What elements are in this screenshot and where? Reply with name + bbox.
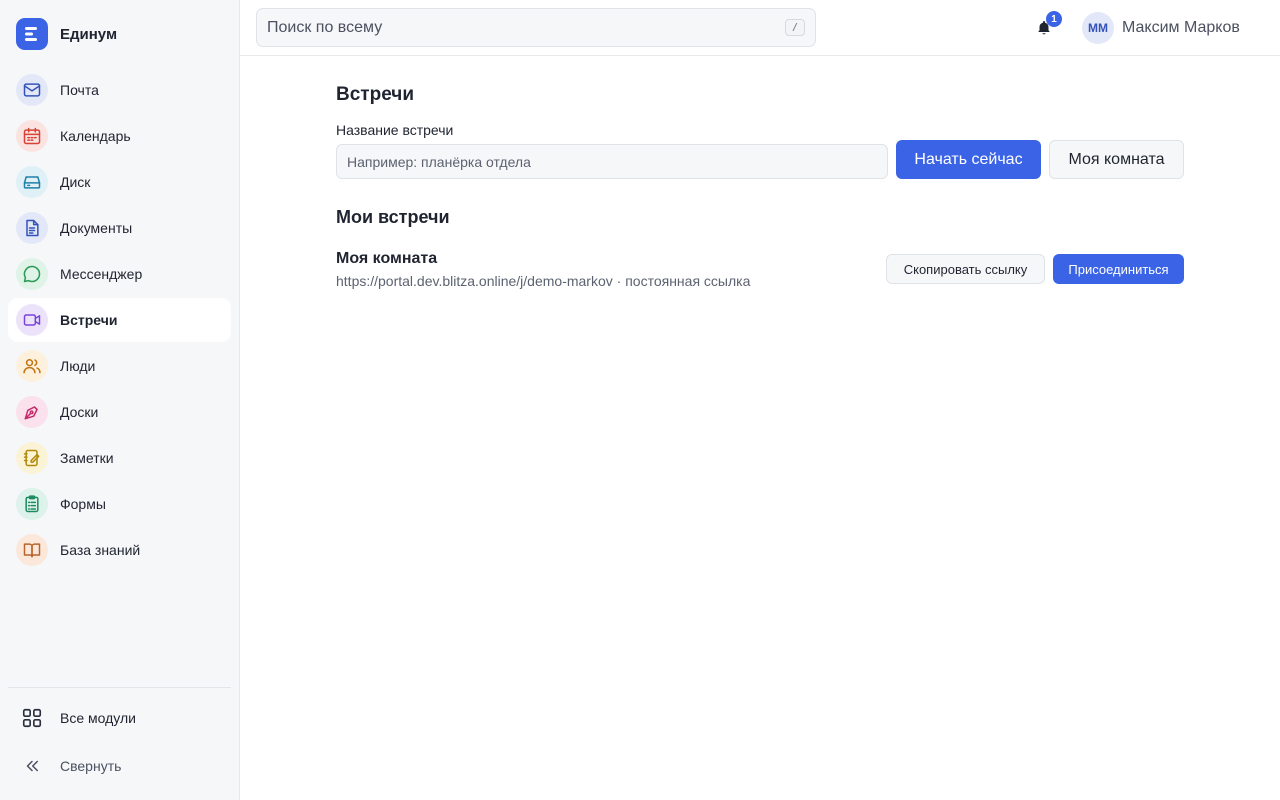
sidebar-item-label: База знаний: [60, 542, 141, 558]
my-meetings-title: Мои встречи: [336, 207, 450, 227]
join-button[interactable]: Присоединиться: [1053, 254, 1184, 284]
sidebar-item-notes[interactable]: Заметки: [8, 436, 231, 480]
sidebar-item-label: Доски: [60, 404, 99, 420]
page-title: Встречи: [336, 84, 415, 105]
double-chevron-left-icon: [16, 750, 48, 782]
brand[interactable]: Единум: [16, 18, 117, 50]
sidebar-item-label: Мессенджер: [60, 266, 143, 282]
sidebar-item-calendar[interactable]: Календарь: [8, 114, 231, 158]
sidebar-item-people[interactable]: Люди: [8, 344, 231, 388]
sidebar-item-label: Люди: [60, 358, 96, 374]
sidebar-item-knowledge-base[interactable]: База знаний: [8, 528, 231, 572]
clipboard-icon: [16, 488, 48, 520]
notification-badge: 1: [1046, 11, 1062, 27]
sidebar-item-meetings[interactable]: Встречи: [8, 298, 231, 342]
document-icon: [16, 212, 48, 244]
top-header: Поиск по всему / 1 ММ Максим Марков: [240, 0, 1280, 56]
brand-logo-icon: [16, 18, 48, 50]
collapse-label: Свернуть: [60, 758, 122, 774]
sidebar-item-forms[interactable]: Формы: [8, 482, 231, 526]
sidebar-item-drive[interactable]: Диск: [8, 160, 231, 204]
mail-icon: [16, 74, 48, 106]
avatar: ММ: [1082, 12, 1114, 44]
sidebar-item-documents[interactable]: Документы: [8, 206, 231, 250]
search-input[interactable]: Поиск по всему /: [256, 8, 816, 47]
meeting-name-label: Название встречи: [336, 122, 454, 138]
sidebar: Единум Почта Календарь Диск Документы Ме…: [0, 0, 240, 800]
sidebar-item-label: Календарь: [60, 128, 131, 144]
my-room-button[interactable]: Моя комната: [1049, 140, 1184, 179]
room-name: Моя комната: [336, 250, 438, 267]
search-placeholder: Поиск по всему: [267, 18, 383, 36]
sidebar-item-label: Заметки: [60, 450, 114, 466]
sidebar-item-messenger[interactable]: Мессенджер: [8, 252, 231, 296]
all-modules-button[interactable]: Все модули: [8, 698, 231, 738]
brand-name: Единум: [60, 25, 118, 43]
copy-link-button[interactable]: Скопировать ссылку: [886, 254, 1045, 284]
sidebar-item-mail[interactable]: Почта: [8, 68, 231, 112]
sidebar-divider: [8, 687, 231, 688]
sidebar-nav: Почта Календарь Диск Документы Мессендже…: [8, 68, 231, 574]
sidebar-item-label: Формы: [60, 496, 106, 512]
people-icon: [16, 350, 48, 382]
drive-icon: [16, 166, 48, 198]
user-menu[interactable]: ММ Максим Марков: [1082, 12, 1240, 44]
sidebar-item-boards[interactable]: Доски: [8, 390, 231, 434]
book-icon: [16, 534, 48, 566]
sidebar-item-label: Диск: [60, 174, 91, 190]
user-name: Максим Марков: [1122, 19, 1240, 36]
room-link: https://portal.dev.blitza.online/j/demo-…: [336, 273, 751, 289]
calendar-icon: [16, 120, 48, 152]
notes-icon: [16, 442, 48, 474]
search-shortcut-hint: /: [785, 19, 805, 36]
all-modules-label: Все модули: [60, 710, 136, 726]
pen-icon: [16, 396, 48, 428]
grid-icon: [16, 702, 48, 734]
collapse-sidebar-button[interactable]: Свернуть: [8, 746, 231, 786]
chat-icon: [16, 258, 48, 290]
start-now-button[interactable]: Начать сейчас: [896, 140, 1041, 179]
sidebar-item-label: Встречи: [60, 312, 118, 328]
meeting-room-row: Моя комната https://portal.dev.blitza.on…: [336, 250, 1184, 296]
video-icon: [16, 304, 48, 336]
sidebar-item-label: Почта: [60, 82, 99, 98]
sidebar-item-label: Документы: [60, 220, 133, 236]
meeting-name-input[interactable]: [336, 144, 888, 179]
